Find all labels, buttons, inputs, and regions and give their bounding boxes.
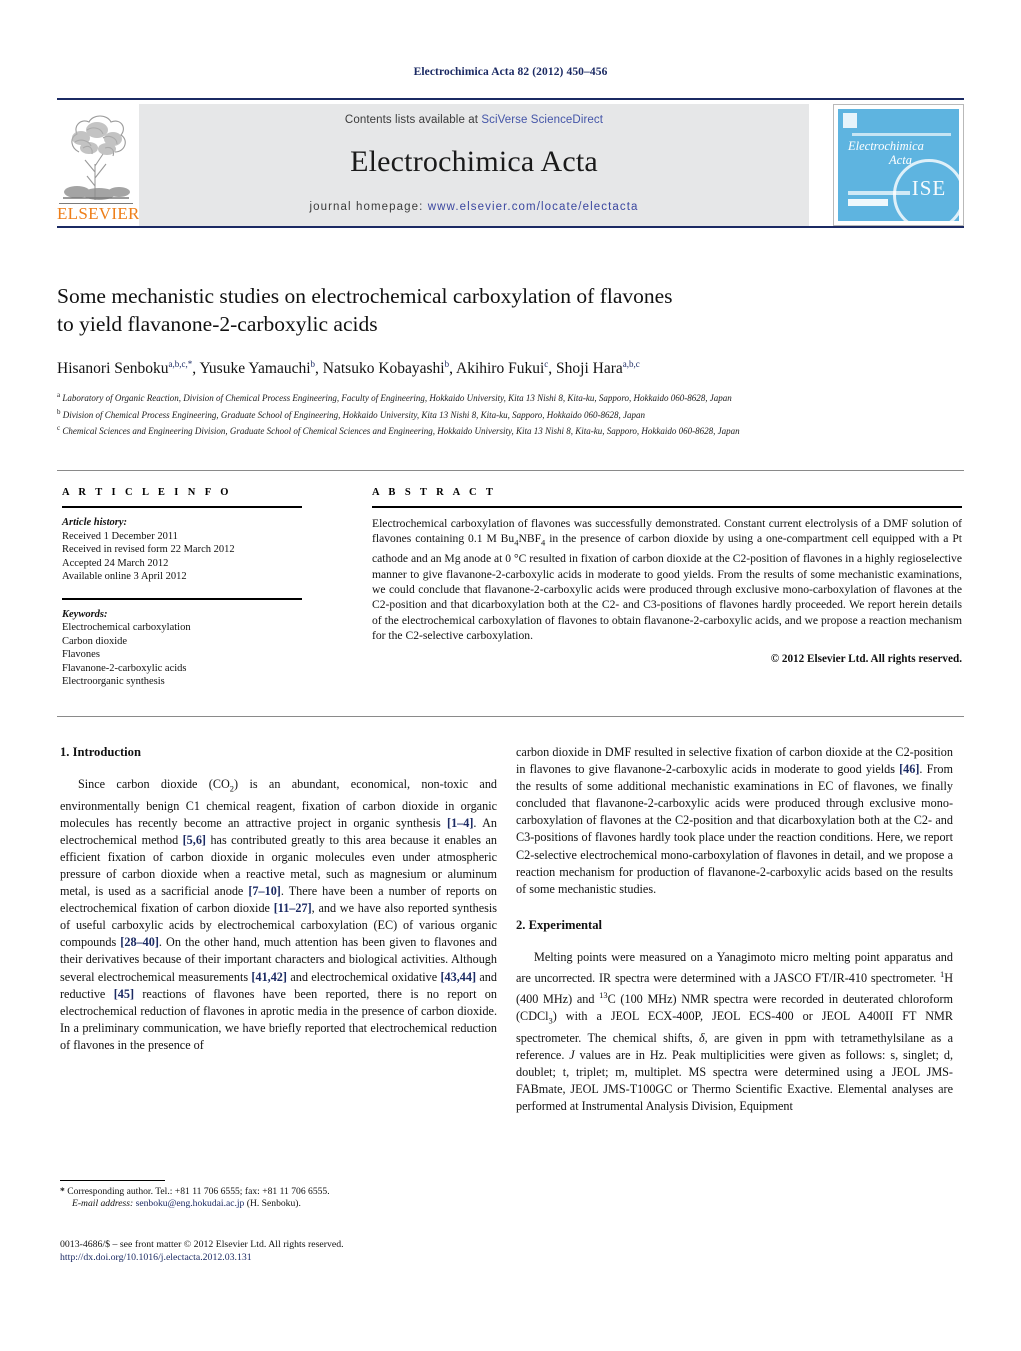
history-accepted: Accepted 24 March 2012 [62,557,169,569]
running-head: Electrochimica Acta 82 (2012) 450–456 [413,66,608,78]
keyword-item: Carbon dioxide [62,635,128,647]
email-label: E-mail address: [72,1198,134,1210]
affiliation-list: a Laboratory of Organic Reaction, Divisi… [57,389,964,438]
imprint-block: 0013-4686/$ – see front matter © 2012 El… [60,1238,560,1264]
author-list: Hisanori Senbokua,b,c,*, Yusuke Yamauchi… [57,359,640,378]
abstract-column: A B S T R A C T Electrochemical carboxyl… [372,487,962,665]
journal-article-page: Electrochimica Acta 82 (2012) 450–456 EL… [0,0,1021,1351]
section-heading-introduction: 1. Introduction [60,745,141,759]
history-revised: Received in revised form 22 March 2012 [62,544,235,555]
email-suffix: (H. Senboku). [246,1198,301,1210]
cover-top-rule [852,133,951,136]
abstract-copyright: © 2012 Elsevier Ltd. All rights reserved… [770,652,962,665]
title-line-2: to yield flavanone-2-carboxylic acids [57,312,378,336]
article-info-heading-rule [62,506,302,508]
keywords-label: Keywords: [62,608,108,620]
footnote-block: * Corresponding author. Tel.: +81 11 706… [60,1186,497,1211]
experimental-paragraph: Melting points were measured on a Yanagi… [516,949,953,1114]
abstract-text: Electrochemical carboxylation of flavone… [372,517,963,643]
contents-lists-line: Contents lists available at SciVerse Sci… [139,114,809,126]
article-info-heading: A R T I C L E I N F O [62,487,232,498]
affiliation-marker-a: a [57,391,61,400]
journal-title: Electrochimica Acta [350,145,598,178]
introduction-paragraph: Since carbon dioxide (CO2) is an abundan… [60,777,498,1052]
section-heading-experimental: 2. Experimental [516,917,603,932]
abstract-heading-rule [372,506,962,508]
cover-sciencedirect-logo [848,199,888,206]
masthead-bottom-rule [57,226,964,228]
page-title: Some mechanistic studies on electrochemi… [57,282,964,338]
article-history-label: Article history: [62,517,128,528]
footnote-rule [60,1180,165,1181]
body-column-left: 1. Introduction Since carbon dioxide (CO… [60,744,497,1054]
keyword-item: Flavanone-2-carboxylic acids [62,662,187,674]
title-block: Some mechanistic studies on electrochemi… [57,282,964,439]
elsevier-wordmark: ELSEVIER [57,204,140,223]
affiliation-b: b Division of Chemical Process Engineeri… [57,406,964,422]
keyword-item: Electroorganic synthesis [62,676,165,687]
homepage-prefix: journal homepage: [309,201,428,213]
title-line-1: Some mechanistic studies on electrochemi… [57,284,673,308]
article-info-column: A R T I C L E I N F O Article history: R… [62,487,302,689]
keyword-item: Flavones [62,649,100,660]
elsevier-tree-icon [59,108,133,202]
affiliation-b-text: Division of Chemical Process Engineering… [62,409,646,420]
journal-cover-thumbnail[interactable]: Electrochimica Acta [833,104,964,226]
history-received: Received 1 December 2011 [62,530,178,542]
info-section-top-rule [57,470,964,471]
history-online: Available online 3 April 2012 [62,571,187,582]
affiliation-c: c Chemical Sciences and Engineering Divi… [57,422,964,438]
affiliation-a: a Laboratory of Organic Reaction, Divisi… [57,389,964,405]
ise-seal-icon [893,159,959,221]
journal-homepage-line: journal homepage: www.elsevier.com/locat… [139,201,809,213]
keyword-item: Electrochemical carboxylation [62,622,191,633]
keywords-block: Keywords: Electrochemical carboxylation … [62,608,302,689]
cover-name-line1: Electrochimica [848,139,924,153]
elsevier-logo: ELSEVIER [57,104,140,226]
email-link[interactable]: senboku@eng.hokudai.ac.jp [136,1198,245,1209]
abstract-heading: A B S T R A C T [372,487,497,498]
journal-banner: Contents lists available at SciVerse Sci… [139,104,809,226]
body-column-right: carbon dioxide in DMF resulted in select… [516,744,953,1115]
info-section-bottom-rule [57,716,964,717]
introduction-paragraph-continued: carbon dioxide in DMF resulted in select… [516,745,953,896]
article-history-block: Article history: Received 1 December 201… [62,516,302,584]
cover-artwork: Electrochimica Acta [838,109,959,221]
affiliation-marker-c: c [57,424,61,433]
issn-front-matter: 0013-4686/$ – see front matter © 2012 El… [60,1239,344,1250]
sciencedirect-link[interactable]: SciVerse ScienceDirect [481,114,603,126]
cover-elsevier-icon [843,113,857,128]
corresponding-author-note: * Corresponding author. Tel.: +81 11 706… [60,1186,330,1197]
journal-masthead: ELSEVIER Contents lists available at Sci… [57,104,964,226]
affiliation-a-text: Laboratory of Organic Reaction, Division… [62,393,732,404]
email-note: E-mail address: senboku@eng.hokudai.ac.j… [60,1198,497,1210]
contents-prefix: Contents lists available at [344,114,482,126]
affiliation-marker-b: b [57,407,61,416]
homepage-url-link[interactable]: www.elsevier.com/locate/electacta [428,201,639,213]
doi-link[interactable]: http://dx.doi.org/10.1016/j.electacta.20… [60,1251,560,1264]
affiliation-c-text: Chemical Sciences and Engineering Divisi… [62,426,740,437]
top-rule [57,98,964,100]
keywords-rule [62,597,302,600]
